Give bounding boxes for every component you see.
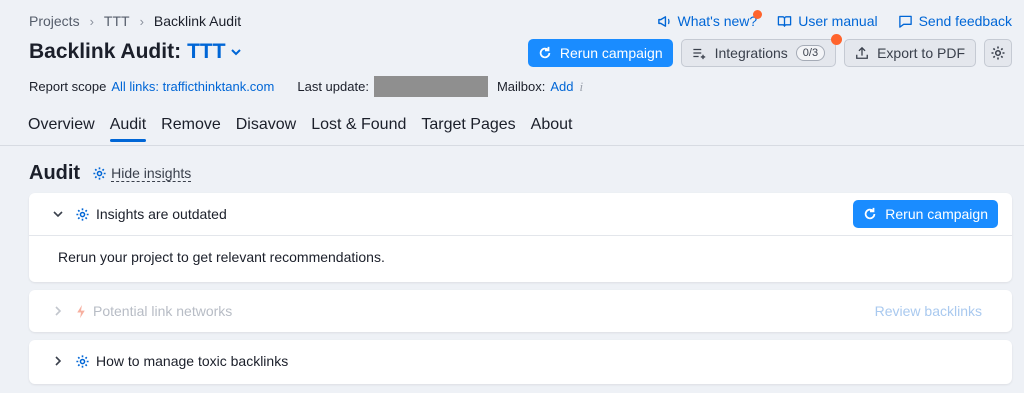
rerun-campaign-button[interactable]: Rerun campaign [527,39,673,67]
insight-card-toxic: How to manage toxic backlinks [29,340,1012,384]
user-manual-label: User manual [798,13,878,29]
export-pdf-button[interactable]: Export to PDF [844,39,976,67]
tab-bar: Overview Audit Remove Disavow Lost & Fou… [28,116,587,142]
tab-remove[interactable]: Remove [161,116,221,142]
insight-card-body: Rerun your project to get relevant recom… [29,235,1012,277]
settings-button[interactable] [984,39,1012,67]
tab-target-pages[interactable]: Target Pages [421,116,515,142]
review-backlinks-link[interactable]: Review backlinks [875,303,982,319]
breadcrumb-current: Backlink Audit [153,13,242,29]
page-header: Projects › TTT › Backlink Audit What's n… [0,0,1024,146]
page-title-prefix: Backlink Audit: [29,40,182,63]
insight-card-header[interactable]: Potential link networks Review backlinks [29,290,1012,332]
project-selector[interactable]: TTT [187,40,241,64]
last-update-label: Last update: [297,79,369,94]
tab-about[interactable]: About [531,116,573,142]
hide-insights-toggle[interactable]: Hide insights [92,165,192,182]
insight-title: Potential link networks [93,303,233,319]
mailbox-add-link[interactable]: Add [550,79,573,94]
report-scope-label: Report scope [29,79,107,94]
report-scope-link[interactable]: All links: trafficthinktank.com [111,79,274,94]
chevron-down-icon [230,49,241,56]
notification-dot [831,34,843,45]
send-feedback-label: Send feedback [918,13,1012,29]
breadcrumb: Projects › TTT › Backlink Audit [29,13,241,29]
gear-icon [76,354,89,368]
tab-overview[interactable]: Overview [28,116,95,142]
rerun-campaign-label: Rerun campaign [885,206,988,222]
whats-new-link[interactable]: What's new? [657,10,763,29]
integrations-button[interactable]: Integrations 0/3 [680,34,843,67]
integrations-label: Integrations [714,45,788,61]
mailbox-label: Mailbox: [496,79,546,94]
megaphone-icon [657,15,670,27]
hide-insights-label: Hide insights [111,165,192,182]
chevron-right-icon [55,356,62,366]
insight-card-header[interactable]: How to manage toxic backlinks [29,340,1012,382]
insight-card-outdated: Insights are outdated Rerun campaign Rer… [29,193,1012,282]
top-links: What's new? User manual Send feedback [657,10,1012,29]
gear-icon [93,167,106,180]
chevron-down-icon [53,211,63,218]
chevron-right-icon: › [139,13,144,29]
page-title: Backlink Audit: TTT [29,40,242,64]
rerun-campaign-label: Rerun campaign [559,45,663,61]
chat-bubble-icon [898,15,912,28]
lightning-icon [77,304,85,318]
send-feedback-link[interactable]: Send feedback [898,13,1012,29]
info-icon[interactable]: i [580,79,584,95]
user-manual-link[interactable]: User manual [777,13,878,29]
insight-title: Insights are outdated [96,206,227,222]
section-heading: Audit Hide insights [29,162,192,185]
rerun-campaign-button[interactable]: Rerun campaign [853,200,998,228]
tab-disavow[interactable]: Disavow [236,116,296,142]
project-name: TTT [187,40,226,63]
section-title: Audit [29,162,81,184]
upload-icon [856,46,868,59]
refresh-icon [865,207,876,220]
notification-dot [753,10,763,19]
book-icon [777,15,792,27]
insight-title: How to manage toxic backlinks [96,353,289,369]
integrations-count-badge: 0/3 [795,45,826,61]
gear-icon [76,207,89,221]
tab-divider [0,145,1024,146]
tab-audit[interactable]: Audit [109,116,147,142]
whats-new-label: What's new? [677,13,758,29]
insight-card-header[interactable]: Insights are outdated Rerun campaign [29,193,1012,235]
tab-lost-found[interactable]: Lost & Found [311,116,406,142]
report-scope-row: Report scope All links: trafficthinktank… [29,76,583,97]
export-pdf-label: Export to PDF [877,45,965,61]
breadcrumb-projects[interactable]: Projects [29,13,80,29]
gear-icon [991,46,1005,60]
chevron-right-icon: › [89,13,94,29]
insight-body-text: Rerun your project to get relevant recom… [58,249,385,265]
chevron-right-icon [55,306,62,316]
last-update-value-redacted [373,76,488,97]
breadcrumb-project[interactable]: TTT [104,13,130,29]
refresh-icon [539,46,551,59]
header-actions: Rerun campaign Integrations 0/3 Export t… [527,34,1012,67]
list-plus-icon [692,48,705,60]
insight-card-networks: Potential link networks Review backlinks [29,290,1012,332]
